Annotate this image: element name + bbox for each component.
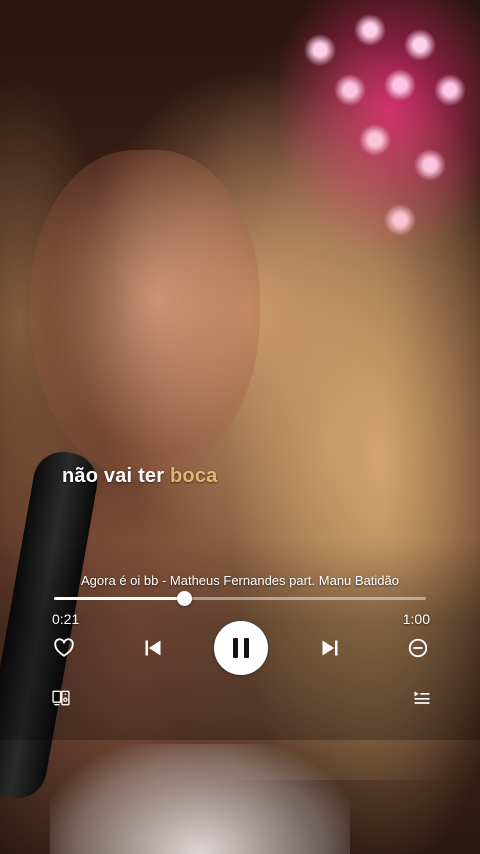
elapsed-time: 0:21 xyxy=(52,611,80,627)
connect-devices-icon xyxy=(52,690,70,706)
singer-shirt xyxy=(50,744,350,854)
like-button[interactable] xyxy=(52,636,76,660)
next-button[interactable] xyxy=(318,636,342,660)
pause-button[interactable] xyxy=(214,621,268,675)
lyrics-line: não vai ter boca xyxy=(62,465,217,488)
video-background xyxy=(0,0,480,854)
heart-outline-icon xyxy=(54,638,74,657)
queue-button[interactable] xyxy=(411,687,433,709)
skip-previous-icon xyxy=(145,640,161,656)
total-time: 1:00 xyxy=(402,611,430,627)
skip-next-icon xyxy=(322,640,338,656)
queue-icon xyxy=(414,691,430,704)
singer-face xyxy=(30,150,260,480)
previous-button[interactable] xyxy=(141,636,165,660)
lyrics-upcoming: boca xyxy=(170,465,218,487)
pause-icon xyxy=(233,638,249,658)
minus-circle-icon xyxy=(408,638,428,658)
remove-button[interactable] xyxy=(406,636,430,660)
devices-button[interactable] xyxy=(50,687,72,709)
song-title: Agora é oi bb - Matheus Fernandes part. … xyxy=(81,573,399,588)
progress-bar[interactable] xyxy=(54,591,426,606)
progress-fill xyxy=(54,597,185,600)
lyrics-sung: não vai ter xyxy=(62,465,170,487)
